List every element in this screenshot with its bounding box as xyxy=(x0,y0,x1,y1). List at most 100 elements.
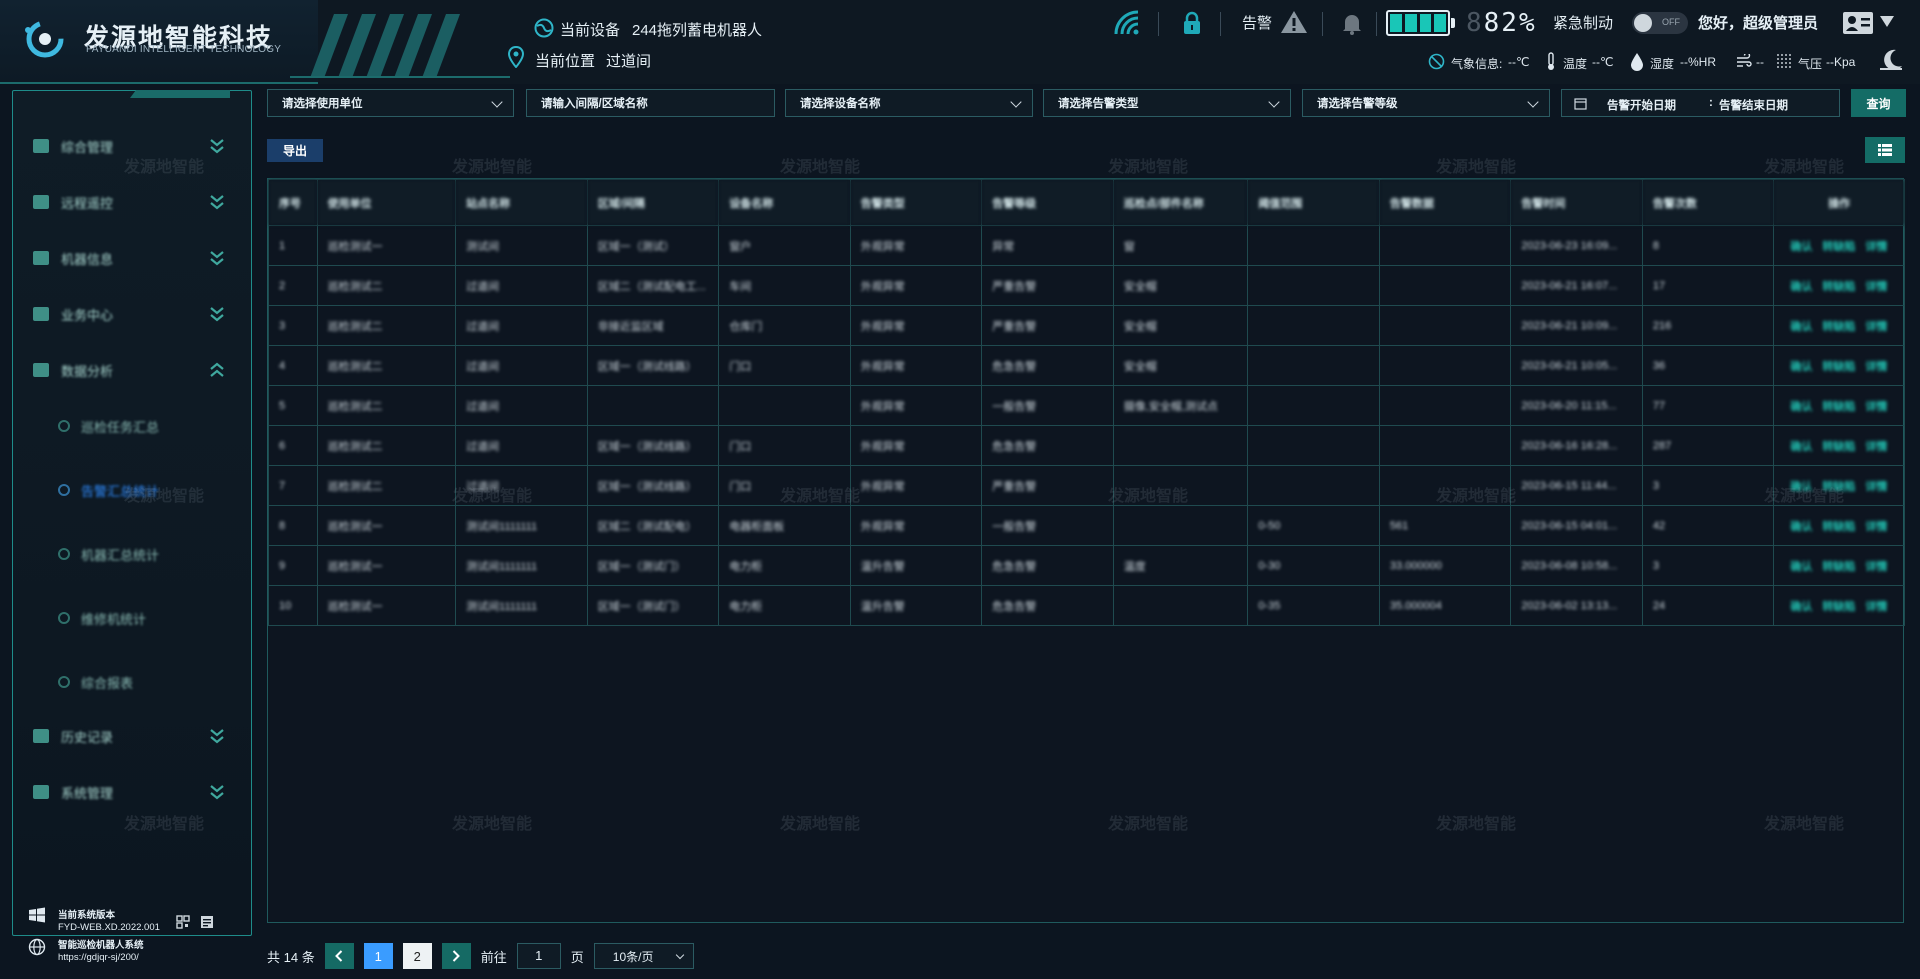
column-header[interactable]: 告警等级 xyxy=(981,179,1114,226)
end-date-input[interactable]: 告警结束日期 xyxy=(1719,97,1788,113)
system-url[interactable]: https://gdjqr-sj/200/ xyxy=(58,952,139,963)
humidity-value: --%HR xyxy=(1680,55,1716,69)
sidebar-subitem-reports[interactable]: 综合报表 xyxy=(13,662,251,702)
sidebar-item-overview[interactable]: 综合管理 xyxy=(13,126,251,166)
page-number-button[interactable]: 2 xyxy=(402,943,432,969)
start-date-input[interactable]: 告警开始日期 xyxy=(1607,97,1676,113)
next-page-button[interactable] xyxy=(441,943,471,969)
table-cell xyxy=(1247,305,1380,346)
night-mode-moon-icon[interactable] xyxy=(1878,48,1904,72)
column-header[interactable]: 站点名称 xyxy=(455,179,588,226)
column-header[interactable]: 巡检点/部件名称 xyxy=(1112,179,1249,226)
alarm-level-select[interactable]: 请选择告警等级 xyxy=(1302,89,1550,117)
to-defect-link[interactable]: 转缺陷 xyxy=(1822,361,1855,373)
date-range-picker[interactable]: 告警开始日期 : 告警结束日期 xyxy=(1561,89,1840,117)
device-select[interactable]: 请选择设备名称 xyxy=(785,89,1033,117)
confirm-link[interactable]: 确认 xyxy=(1790,321,1812,333)
sidebar-item-robot-info[interactable]: 机器信息 xyxy=(13,238,251,278)
header-divider xyxy=(1322,12,1323,36)
confirm-link[interactable]: 确认 xyxy=(1790,241,1812,253)
detail-link[interactable]: 详情 xyxy=(1865,281,1887,293)
confirm-link[interactable]: 确认 xyxy=(1790,601,1812,613)
column-header[interactable]: 告警类型 xyxy=(849,179,983,226)
system-info: 当前系统版本 FYD-WEB.XD.2022.001 智能巡检机器人系统 htt… xyxy=(24,905,234,965)
sidebar-subitem-label: 机器汇总统计 xyxy=(81,547,160,563)
emergency-brake-toggle[interactable]: OFF xyxy=(1632,12,1688,34)
detail-link[interactable]: 详情 xyxy=(1865,401,1887,413)
column-header[interactable]: 区域/间隔 xyxy=(586,179,720,226)
confirm-link[interactable]: 确认 xyxy=(1790,361,1812,373)
sidebar-subitem-alarm-summary[interactable]: 告警汇总统计 xyxy=(13,470,251,510)
warning-triangle-icon[interactable] xyxy=(1280,9,1308,35)
confirm-link[interactable]: 确认 xyxy=(1790,521,1812,533)
header-divider xyxy=(1220,12,1221,36)
bell-icon[interactable] xyxy=(1342,11,1362,35)
export-button[interactable]: 导出 xyxy=(267,139,323,162)
sidebar-item-remote-control[interactable]: 远程遥控 xyxy=(13,182,251,222)
table-cell: 区域二（测试配电） xyxy=(586,505,720,546)
chevron-down-icon[interactable] xyxy=(1880,16,1894,28)
column-header[interactable]: 设备名称 xyxy=(718,179,851,226)
detail-link[interactable]: 详情 xyxy=(1865,241,1887,253)
confirm-link[interactable]: 确认 xyxy=(1790,481,1812,493)
column-header[interactable]: 阈值范围 xyxy=(1247,179,1380,226)
detail-link[interactable]: 详情 xyxy=(1865,321,1887,333)
table-cell: 测试间 xyxy=(455,225,588,266)
goto-page-input[interactable]: 1 xyxy=(516,943,561,969)
sidebar-subitem-maintenance-stats[interactable]: 维修机统计 xyxy=(13,598,251,638)
to-defect-link[interactable]: 转缺陷 xyxy=(1822,241,1855,253)
bullet-icon xyxy=(58,484,70,496)
table-row: 1 巡检测试一 测试间 区域一（测试） 窗户 外观异常 异常窗 2023-06-23 16:0… xyxy=(268,225,1905,266)
column-header[interactable]: 使用单位 xyxy=(316,179,457,226)
to-defect-link[interactable]: 转缺陷 xyxy=(1822,601,1855,613)
wifi-signal-icon[interactable] xyxy=(1114,10,1142,36)
unit-select[interactable]: 请选择使用单位 xyxy=(267,89,514,117)
confirm-link[interactable]: 确认 xyxy=(1790,401,1812,413)
detail-link[interactable]: 详情 xyxy=(1865,521,1887,533)
table-cell xyxy=(718,385,851,426)
sidebar-item-data-analysis[interactable]: 数据分析 xyxy=(13,350,251,390)
lock-icon[interactable] xyxy=(1183,11,1201,35)
to-defect-link[interactable]: 转缺陷 xyxy=(1822,441,1855,453)
to-defect-link[interactable]: 转缺陷 xyxy=(1822,481,1855,493)
table-header-row: 序号 使用单位 站点名称 区域/间隔 设备名称 告警类型 告警等级 巡检点/部件… xyxy=(268,179,1905,226)
user-card-icon[interactable] xyxy=(1842,10,1874,36)
page-number-button[interactable]: 1 xyxy=(363,943,393,969)
sidebar-subitem-robot-summary[interactable]: 机器汇总统计 xyxy=(13,534,251,574)
column-header[interactable]: 告警时间 xyxy=(1510,179,1643,226)
to-defect-link[interactable]: 转缺陷 xyxy=(1822,281,1855,293)
qr-code-icon[interactable] xyxy=(176,915,190,929)
column-header[interactable]: 序号 xyxy=(268,179,318,226)
prev-page-button[interactable] xyxy=(324,943,354,969)
detail-link[interactable]: 详情 xyxy=(1865,361,1887,373)
alarm-type-select[interactable]: 请选择告警类型 xyxy=(1043,89,1291,117)
sidebar-item-system-management[interactable]: 系统管理 xyxy=(13,772,251,812)
page-size-select[interactable]: 10条/页 xyxy=(593,943,694,969)
document-icon[interactable] xyxy=(200,915,214,929)
column-settings-button[interactable] xyxy=(1865,137,1905,163)
table-cell: 区域一（测试线路） xyxy=(586,345,720,386)
confirm-link[interactable]: 确认 xyxy=(1790,281,1812,293)
table-row: 3 巡检测试二 过道间 非接近监区域 仓库门 外观异常 严重告警 安全帽 2023-06-21 … xyxy=(268,305,1905,346)
column-header[interactable]: 告警数据 xyxy=(1378,179,1512,226)
to-defect-link[interactable]: 转缺陷 xyxy=(1822,561,1855,573)
detail-link[interactable]: 详情 xyxy=(1865,481,1887,493)
sidebar-item-history[interactable]: 历史记录 xyxy=(13,716,251,756)
column-header[interactable]: 告警次数 xyxy=(1641,179,1775,226)
to-defect-link[interactable]: 转缺陷 xyxy=(1822,321,1855,333)
confirm-link[interactable]: 确认 xyxy=(1790,441,1812,453)
query-button[interactable]: 查询 xyxy=(1851,89,1906,117)
sidebar-item-business-center[interactable]: 业务中心 xyxy=(13,294,251,334)
sidebar-subitem-patrol-summary[interactable]: 巡检任务汇总 xyxy=(13,406,251,446)
detail-link[interactable]: 详情 xyxy=(1865,441,1887,453)
area-input[interactable]: 请输入间隔/区域名称 xyxy=(526,89,775,117)
to-defect-link[interactable]: 转缺陷 xyxy=(1822,401,1855,413)
confirm-link[interactable]: 确认 xyxy=(1790,561,1812,573)
to-defect-link[interactable]: 转缺陷 xyxy=(1822,521,1855,533)
table-cell: 过道间 xyxy=(455,345,588,386)
table-cell: 窗户 xyxy=(718,225,851,266)
list-grid-icon xyxy=(1878,144,1892,156)
detail-link[interactable]: 详情 xyxy=(1865,561,1887,573)
detail-link[interactable]: 详情 xyxy=(1865,601,1887,613)
header-divider xyxy=(1158,12,1159,36)
